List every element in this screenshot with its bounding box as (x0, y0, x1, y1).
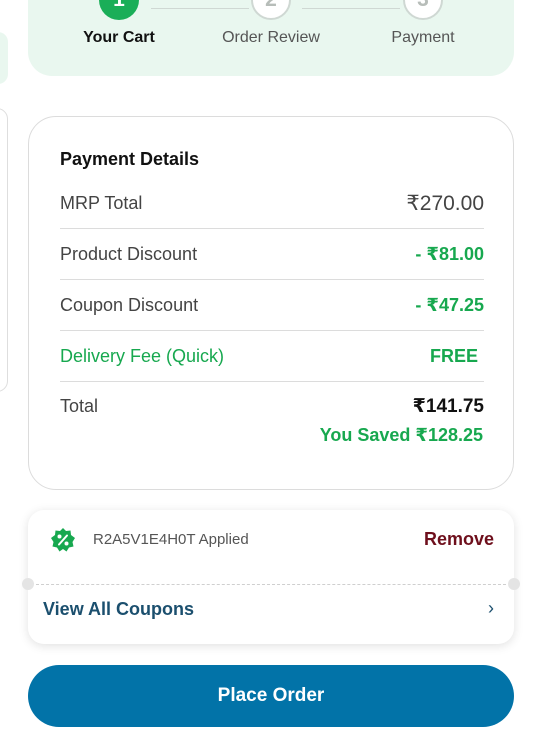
total-label: Total (60, 395, 99, 416)
delivery-fee-row: Delivery Fee (Quick) FREE (60, 331, 484, 382)
adjacent-panel-edge (0, 32, 8, 84)
step-number: 2 (251, 0, 291, 20)
row-label: MRP Total (60, 192, 143, 213)
row-label: Delivery Fee (Quick) (60, 345, 225, 366)
step-label: Payment (391, 29, 455, 46)
step-your-cart[interactable]: 1 Your Cart (59, 0, 179, 47)
place-order-label: Place Order (217, 685, 325, 706)
checkout-stepper: 1 Your Cart 2 Order Review 3 Payment (28, 0, 514, 76)
row-value: ₹270.00 (406, 191, 484, 215)
applied-coupon-row: R2A5V1E4H0T Applied Remove (28, 510, 514, 584)
chevron-right-icon[interactable]: › (488, 598, 494, 619)
applied-coupon-code: R2A5V1E4H0T Applied (93, 531, 249, 548)
step-number: 3 (403, 0, 443, 20)
remove-coupon-button[interactable]: Remove (424, 529, 494, 550)
coupon-discount-row: Coupon Discount - ₹47.25 (60, 280, 484, 331)
total-value: ₹141.75 (412, 395, 484, 417)
step-payment[interactable]: 3 Payment (363, 0, 483, 47)
step-label: Your Cart (83, 29, 155, 46)
mrp-total-row: MRP Total ₹270.00 (60, 178, 484, 229)
row-label: Coupon Discount (60, 294, 199, 315)
savings-text: You Saved ₹128.25 (319, 425, 483, 445)
adjacent-card-edge (0, 108, 8, 392)
row-label: Product Discount (60, 243, 198, 264)
row-value: FREE (429, 345, 478, 366)
row-value: - ₹81.00 (415, 243, 484, 264)
total-row: Total ₹141.75 (60, 381, 484, 431)
step-order-review[interactable]: 2 Order Review (211, 0, 331, 47)
place-order-button[interactable]: Place Order (28, 665, 514, 727)
ticket-notch (508, 578, 520, 590)
payment-details-title: Payment Details (60, 149, 200, 169)
view-all-coupons-link[interactable]: View All Coupons (43, 599, 194, 620)
discount-badge-icon (50, 527, 76, 553)
payment-details-card: Payment Details MRP Total ₹270.00 Produc… (28, 116, 514, 490)
coupon-card: R2A5V1E4H0T Applied Remove View All Coup… (22, 510, 520, 644)
product-discount-row: Product Discount - ₹81.00 (60, 229, 484, 280)
step-number: 1 (99, 0, 139, 20)
step-label: Order Review (222, 29, 320, 46)
dashed-divider (36, 584, 506, 585)
ticket-notch (22, 578, 34, 590)
row-value: - ₹47.25 (415, 294, 484, 315)
